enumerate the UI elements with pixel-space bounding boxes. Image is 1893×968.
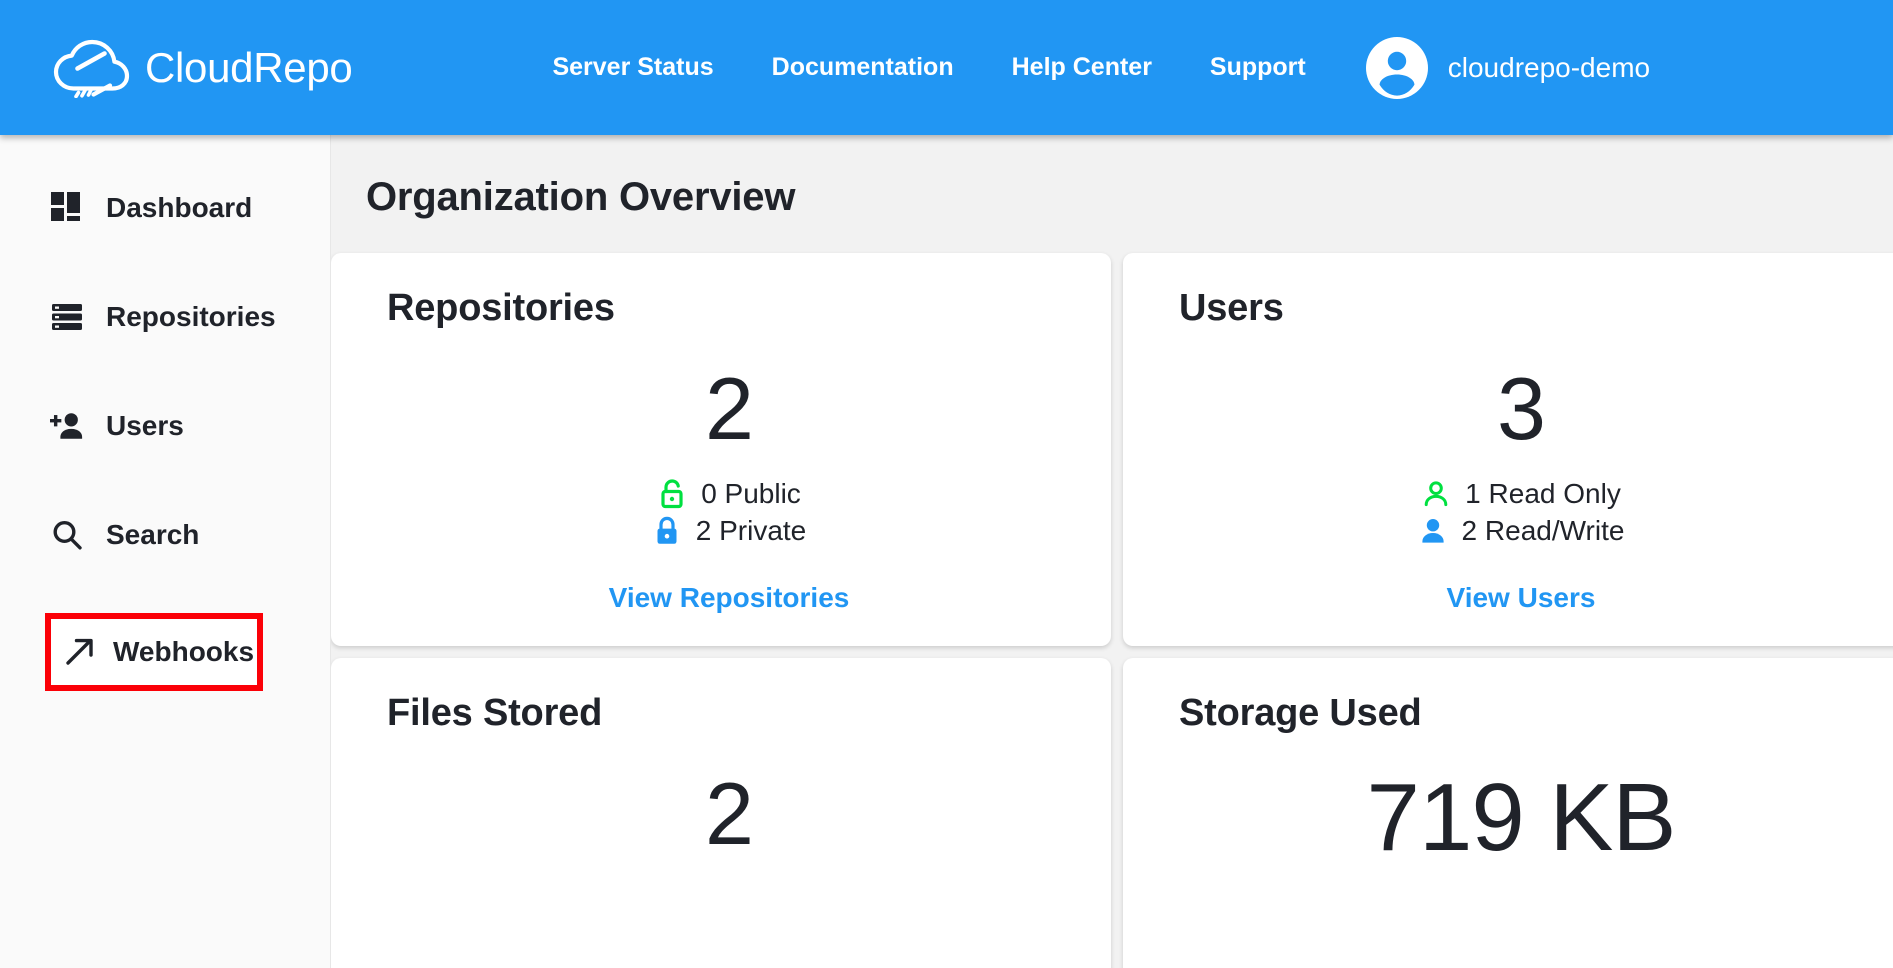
person-add-icon: [50, 409, 84, 443]
breakdown-text: 0 Public: [701, 478, 801, 509]
person-filled-icon: [1418, 516, 1448, 546]
sidebar-item-label: Search: [106, 519, 200, 550]
card-link-wrap: View Repositories: [387, 584, 1071, 612]
nav-link-documentation[interactable]: Documentation: [772, 55, 954, 80]
brand-name: CloudRepo: [145, 43, 353, 91]
view-repositories-link[interactable]: View Repositories: [609, 582, 850, 613]
top-nav-links: Server Status Documentation Help Center …: [552, 55, 1305, 80]
sidebar-item-repositories[interactable]: Repositories: [0, 286, 330, 348]
sidebar-item-dashboard[interactable]: Dashboard: [0, 177, 330, 239]
files-stored-card: Files Stored 2: [331, 658, 1111, 968]
storage-used-card: Storage Used 719 KB: [1123, 658, 1893, 968]
cloud-rain-logo-icon: [52, 38, 130, 98]
card-value: 2: [705, 764, 754, 863]
breakdown-row-public: 0 Public: [657, 479, 801, 509]
card-value: 3: [1497, 359, 1546, 458]
arrow-up-right-icon: [63, 635, 97, 669]
lock-open-icon: [657, 479, 687, 509]
lock-closed-icon: [652, 516, 682, 546]
card-breakdown: 1 Read Only 2 Read/Write: [1179, 479, 1863, 546]
account-username: cloudrepo-demo: [1447, 51, 1651, 83]
magnifier-icon: [50, 518, 84, 552]
card-breakdown: 0 Public 2 Private: [387, 479, 1071, 546]
breakdown-row-read-only: 1 Read Only: [1421, 479, 1621, 509]
view-users-link[interactable]: View Users: [1447, 582, 1596, 613]
account-menu[interactable]: cloudrepo-demo: [1365, 36, 1651, 99]
card-link-wrap: View Users: [1179, 584, 1863, 612]
sidebar-item-label: Dashboard: [106, 192, 253, 223]
card-value: 719 KB: [1366, 764, 1677, 871]
page-title: Organization Overview: [366, 175, 796, 219]
sidebar-item-search[interactable]: Search: [0, 504, 330, 566]
server-stack-icon: [50, 300, 84, 334]
breakdown-text: 2 Read/Write: [1461, 515, 1625, 546]
sidebar-item-webhooks[interactable]: Webhooks: [45, 613, 263, 691]
brand-logo-link[interactable]: CloudRepo: [52, 38, 353, 98]
breakdown-row-read-write: 2 Read/Write: [1418, 515, 1625, 546]
card-title: Files Stored: [387, 692, 603, 734]
users-card: Users 3 1 Read Only 2 Read/Write View Us…: [1123, 253, 1893, 646]
sidebar-item-users[interactable]: Users: [0, 395, 330, 457]
dashboard-grid-icon: [50, 191, 84, 225]
card-title: Storage Used: [1179, 692, 1422, 734]
card-title: Repositories: [387, 287, 615, 329]
top-navigation-bar: CloudRepo Server Status Documentation He…: [0, 0, 1893, 135]
nav-link-help-center[interactable]: Help Center: [1012, 55, 1152, 80]
sidebar-item-label: Webhooks: [113, 636, 255, 667]
sidebar-item-label: Repositories: [106, 301, 276, 332]
main-content: Organization Overview Repositories 2 0 P…: [331, 135, 1893, 968]
breakdown-text: 2 Private: [695, 515, 807, 546]
breakdown-row-private: 2 Private: [652, 515, 807, 546]
nav-link-support[interactable]: Support: [1210, 55, 1306, 80]
stats-card-grid: Repositories 2 0 Public 2 Private View R…: [331, 221, 1893, 968]
breakdown-text: 1 Read Only: [1465, 478, 1621, 509]
card-title: Users: [1179, 287, 1284, 329]
sidebar-navigation: Dashboard Repositories Users Search Webh…: [0, 135, 331, 968]
account-circle-icon[interactable]: [1365, 36, 1428, 99]
sidebar-item-label: Users: [106, 410, 184, 441]
person-outline-icon: [1421, 479, 1451, 509]
nav-link-server-status[interactable]: Server Status: [552, 55, 713, 80]
card-value: 2: [705, 359, 754, 458]
repositories-card: Repositories 2 0 Public 2 Private View R…: [331, 253, 1111, 646]
